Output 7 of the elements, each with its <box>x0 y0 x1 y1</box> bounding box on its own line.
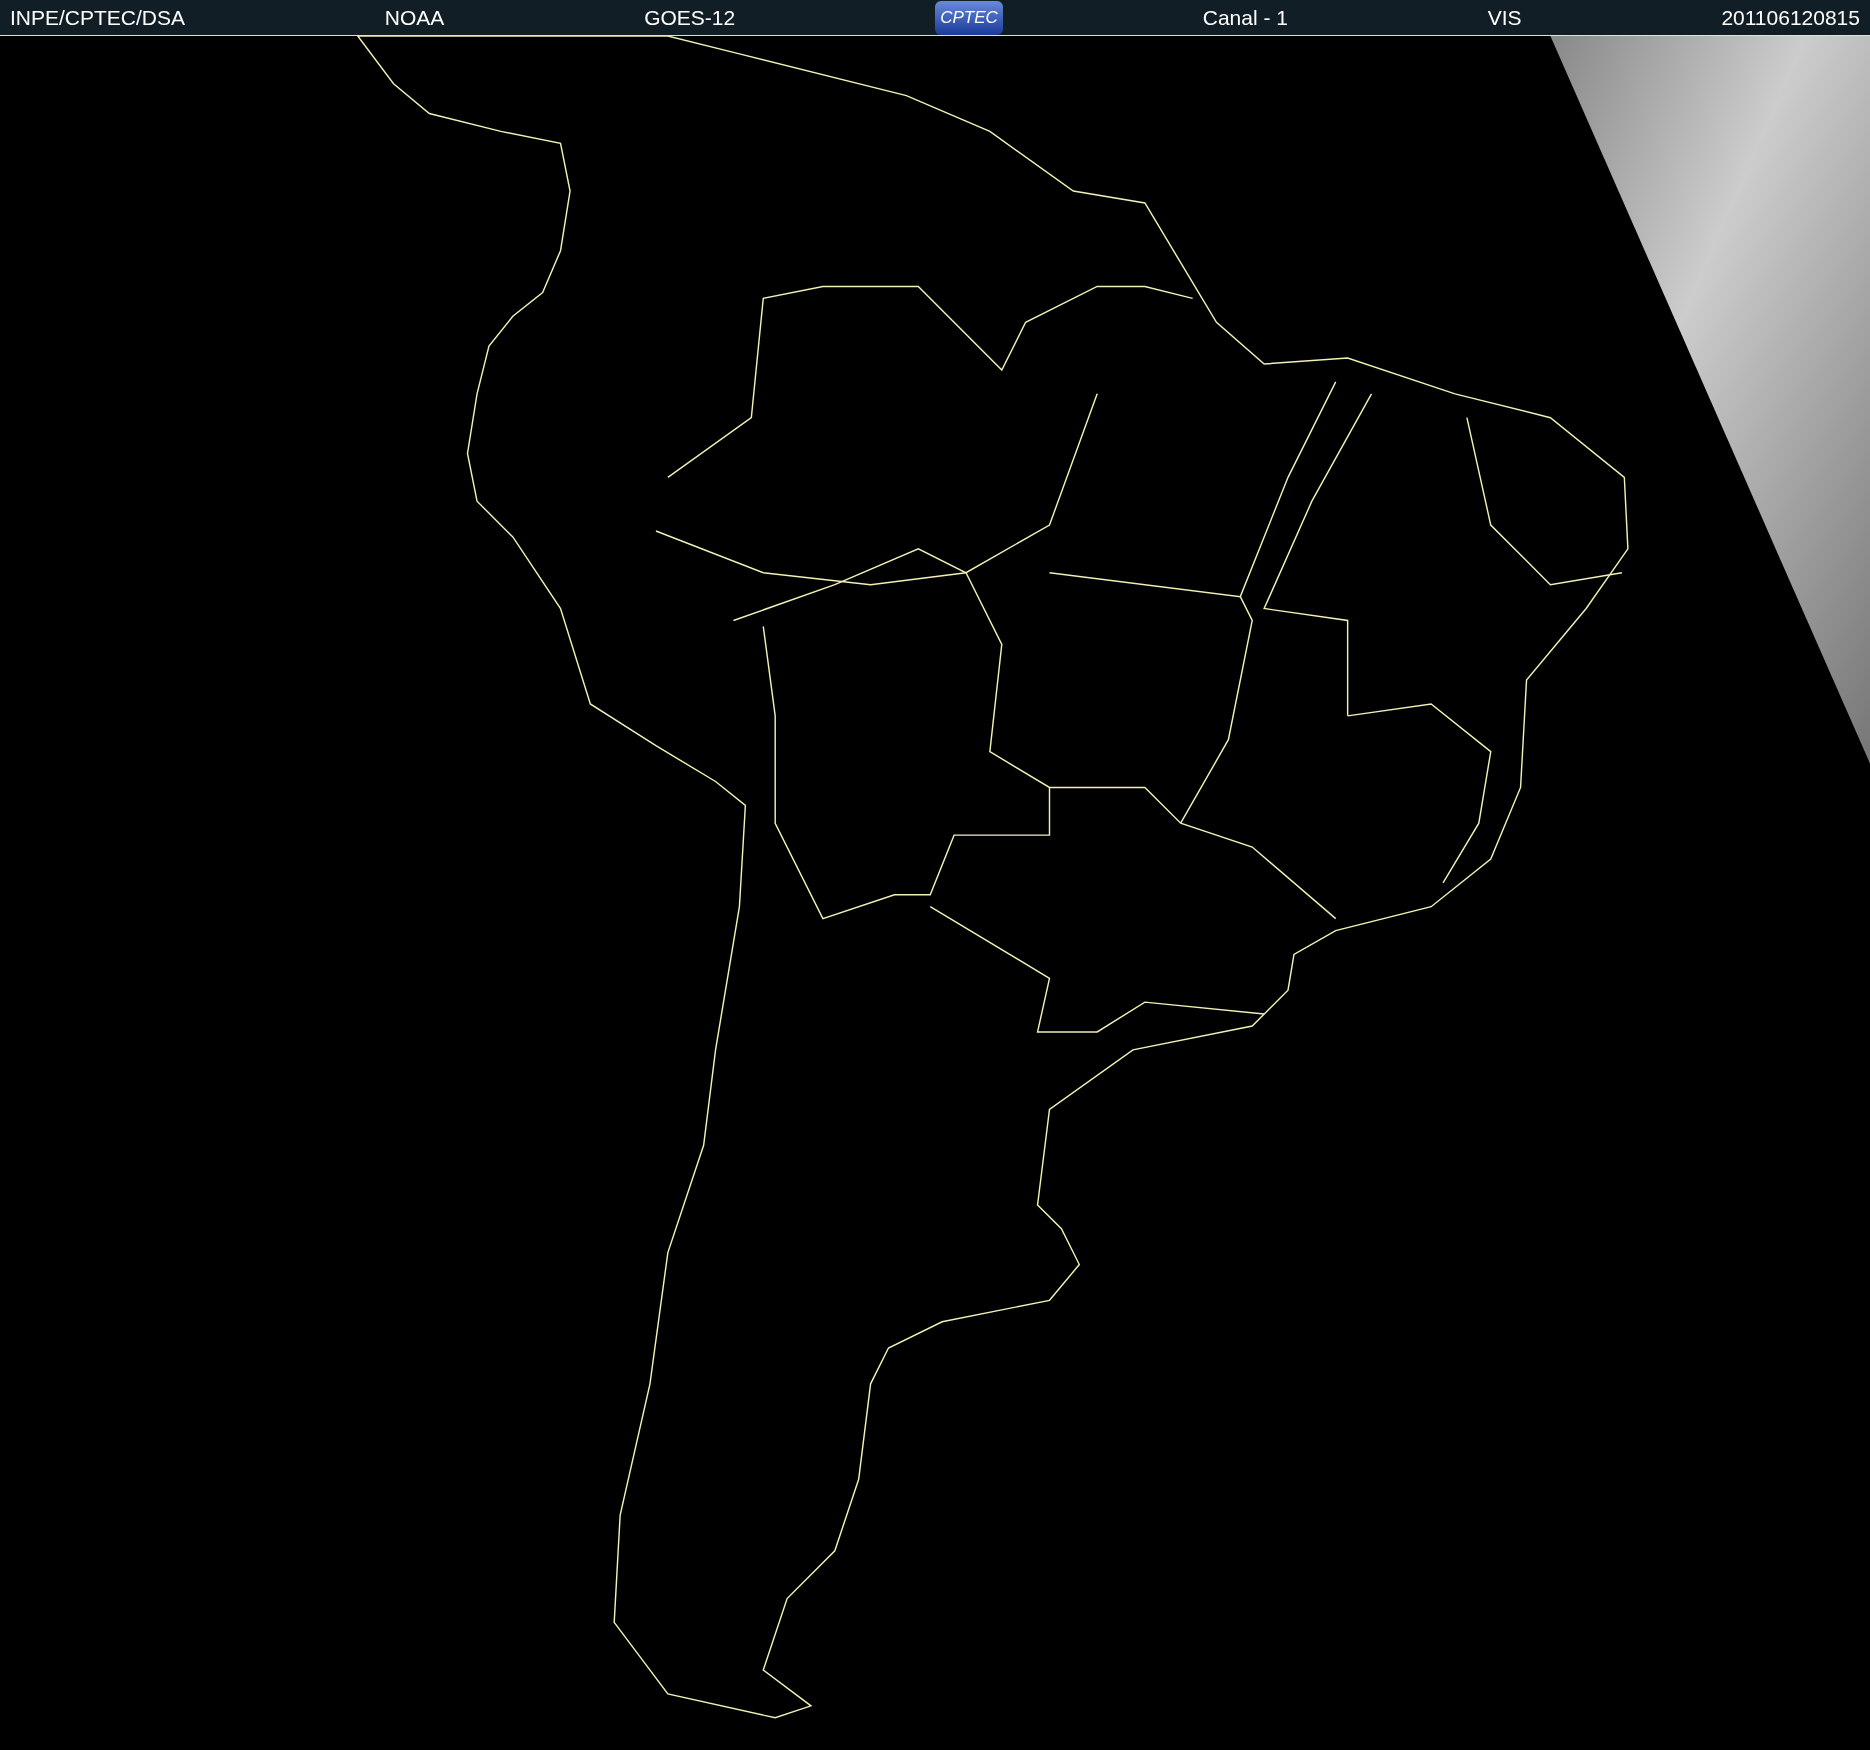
header-label: NOAA <box>384 4 445 31</box>
header-label: Canal - 1 <box>1202 4 1288 31</box>
header-label: GOES-12 <box>644 4 736 31</box>
header-label: VIS <box>1487 4 1522 31</box>
logo: CPTEC <box>934 0 1003 35</box>
header-label: 201106120815 <box>1721 4 1860 31</box>
header-label: INPE/CPTEC/DSA <box>10 4 186 31</box>
